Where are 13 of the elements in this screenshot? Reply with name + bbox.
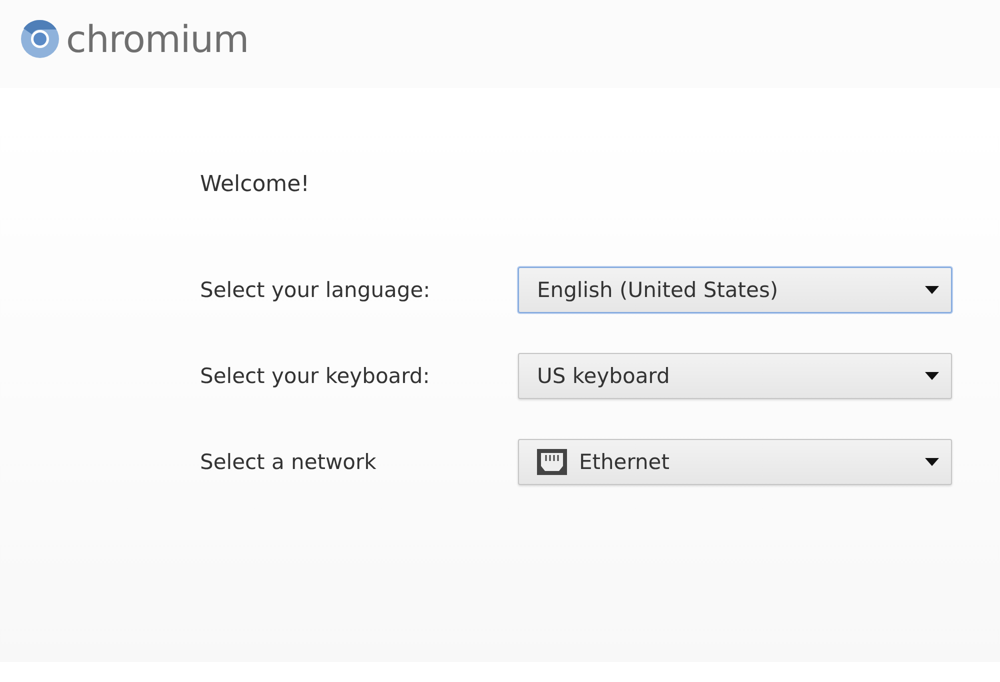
caret-icon bbox=[925, 372, 939, 380]
field-label: Select a network bbox=[200, 450, 378, 474]
welcome-heading: Welcome! bbox=[200, 172, 310, 197]
logo-icon bbox=[20, 19, 60, 59]
field-label: Select your language: bbox=[200, 278, 432, 302]
logo-text: chromium bbox=[66, 18, 249, 60]
dropdown[interactable]: Ethernet bbox=[518, 439, 952, 485]
caret-icon bbox=[925, 458, 939, 466]
caret-icon bbox=[925, 286, 939, 294]
dropdown[interactable]: English (United States) bbox=[518, 267, 952, 313]
ethernet-icon bbox=[537, 449, 567, 475]
dropdown[interactable]: US keyboard bbox=[518, 353, 952, 399]
field-label: Select your keyboard: bbox=[200, 364, 431, 388]
